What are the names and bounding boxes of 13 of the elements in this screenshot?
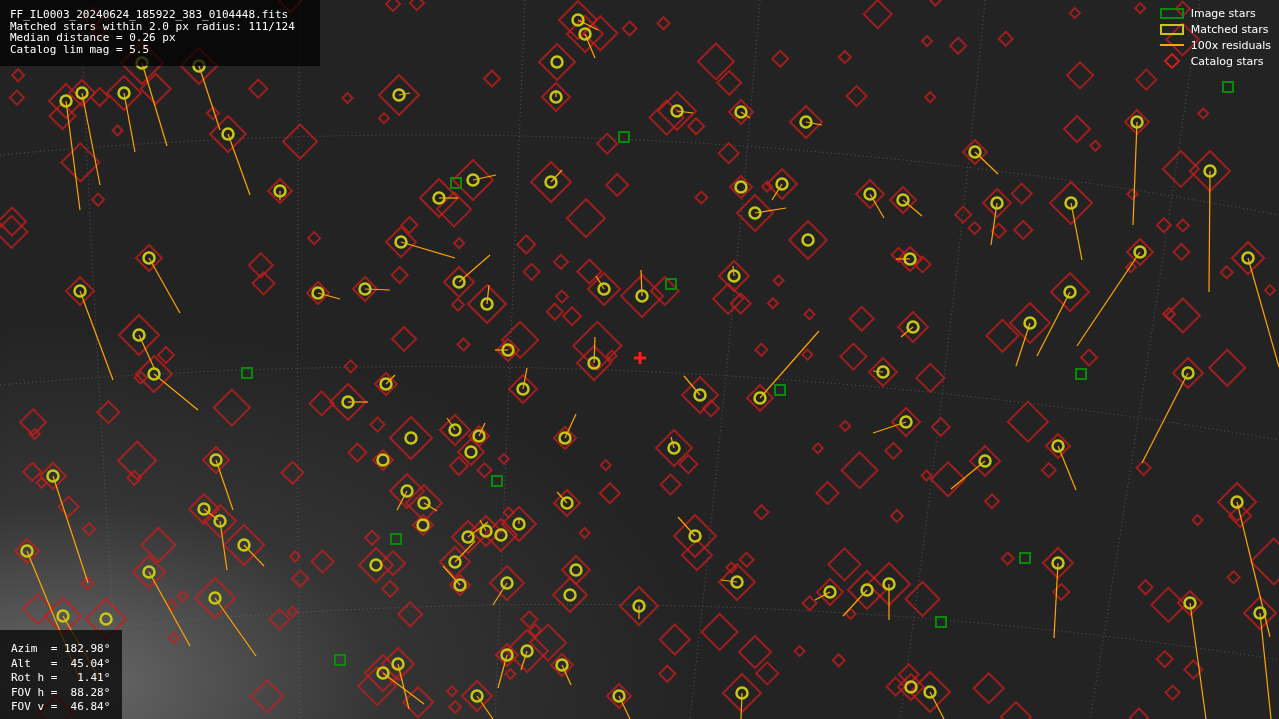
info-text: Catalog lim mag = 5.5 (10, 43, 150, 55)
pointing-text: Azim = 182.98° (11, 642, 111, 657)
pointing-text: FOV h = 88.28° (11, 685, 111, 701)
legend-label: Catalog stars (1190, 54, 1264, 68)
legend-label: Image stars (1190, 7, 1256, 21)
info-text: Median distance = 0.26 px (10, 32, 176, 44)
info-text: Matched stars within 2.0 px radius: 111/124 (10, 20, 295, 32)
pointing-text: FOV v = 46.84° (11, 700, 111, 715)
legend-label: Matched stars (1190, 23, 1269, 37)
info-text: FF_IL0003_20240624_185922_383_0104448.fits (10, 9, 289, 21)
legend-label: 100x residuals (1190, 39, 1271, 52)
pointing-text: Rot h = 1.41° (11, 671, 111, 686)
pointing-text: Alt = 45.04° (11, 656, 111, 672)
